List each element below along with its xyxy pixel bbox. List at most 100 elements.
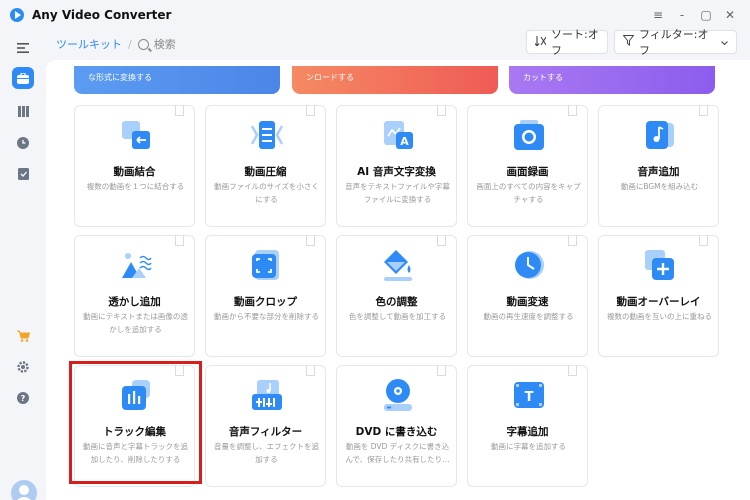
tool-card-description: 動画から不要な部分を削除する (214, 312, 319, 321)
tool-card-description: 色を調整して動画を加工する (348, 312, 447, 321)
help-icon[interactable]: ? (12, 387, 34, 409)
watermark-icon (120, 248, 152, 282)
tool-card-description: 画面上のすべての内容をキャプチャする (476, 182, 581, 204)
tool-card-title: 色の調整 (375, 296, 418, 308)
search-input[interactable]: 検索 (154, 36, 176, 52)
tool-card-video-merge[interactable]: 動画結合 複数の動画を１つに結合する (74, 105, 195, 227)
banner-downloader[interactable]: ンロードする (292, 66, 498, 94)
bookmark-flag-icon[interactable] (568, 365, 577, 376)
banner-converter[interactable]: な形式に変換する (74, 66, 280, 94)
title-bar: Any Video Converter ≡ - ▢ ✕ (0, 0, 750, 30)
tool-card-audio-filter[interactable]: 音声フィルター 音量を調整し、エフェクトを追加する (205, 365, 326, 487)
tool-card-description: 複数の動画を互いの上に重ねる (607, 312, 712, 321)
cart-icon[interactable] (12, 325, 34, 347)
subtitle-add-icon: T (513, 378, 545, 412)
svg-text:?: ? (21, 394, 26, 403)
bookmark-flag-icon[interactable] (568, 235, 577, 246)
dvd-burn-icon (382, 378, 414, 412)
tool-card-description: 動画にテキストまたは画像の透かしを追加する (83, 312, 188, 334)
tool-card-screen-record[interactable]: 画面録画 画面上のすべての内容をキャプチャする (467, 105, 588, 227)
banner-downloader-text: ンロードする (306, 73, 354, 82)
sort-button[interactable]: ソート:オフ (526, 28, 608, 57)
tool-card-ai-transcribe[interactable]: A AI 音声文字変換 音声をテキストファイルや字幕ファイルに変換する (336, 105, 457, 227)
minimize-button[interactable]: - (670, 3, 694, 27)
app-title: Any Video Converter (32, 8, 172, 22)
bookmark-flag-icon[interactable] (306, 105, 315, 116)
audio-filter-icon (251, 378, 283, 412)
breadcrumb-separator: / (128, 37, 132, 51)
tool-card-watermark[interactable]: 透かし追加 動画にテキストまたは画像の透かしを追加する (74, 235, 195, 357)
bookmark-flag-icon[interactable] (699, 105, 708, 116)
speed-icon (513, 248, 545, 282)
bookmark-flag-icon[interactable] (568, 105, 577, 116)
tool-card-title: 動画クロップ (234, 296, 297, 308)
highlight-box (69, 361, 202, 484)
bookmark-flag-icon[interactable] (306, 235, 315, 246)
overlay-icon (644, 248, 676, 282)
filter-button[interactable]: フィルター:オフ (614, 28, 737, 57)
banner-cutter[interactable]: カットする (509, 66, 715, 94)
tool-card-video-speed[interactable]: 動画変速 動画の再生速度を調整する (467, 235, 588, 357)
maximize-button[interactable]: ▢ (694, 3, 718, 27)
history-icon[interactable] (12, 132, 34, 154)
filter-icon (622, 35, 635, 49)
sort-icon (534, 35, 547, 49)
breadcrumb: ツールキット / 検索 (56, 36, 176, 52)
bookmark-flag-icon[interactable] (437, 235, 446, 246)
tool-card-description: 動画の再生速度を調整する (483, 312, 574, 321)
tool-card-dvd-burn[interactable]: DVD に書き込む 動画を DVD ディスクに書き込んで、保存したり共有したり… (336, 365, 457, 487)
bookmark-flag-icon[interactable] (175, 235, 184, 246)
tool-card-title: 音声フィルター (228, 426, 303, 438)
tasks-icon[interactable] (12, 163, 34, 185)
filter-label: フィルター:オフ (639, 28, 709, 57)
speech-to-text-icon: A (382, 118, 414, 152)
tool-card-description: 動画ファイルのサイズを小さくにする (214, 182, 319, 204)
tool-card-title: 動画結合 (113, 166, 156, 178)
tool-card-title: 透かし追加 (108, 296, 161, 308)
svg-text:T: T (525, 390, 534, 405)
tool-card-description: 動画を DVD ディスクに書き込んで、保存したり共有したり… (345, 442, 450, 464)
tool-card-video-crop[interactable]: 動画クロップ 動画から不要な部分を削除する (205, 235, 326, 357)
color-adjust-icon (382, 248, 414, 282)
merge-icon (120, 118, 152, 152)
tool-card-video-compress[interactable]: 動画圧縮 動画ファイルのサイズを小さくにする (205, 105, 326, 227)
tool-card-title: 画面録画 (506, 166, 549, 178)
tool-card-description: 音声をテキストファイルや字幕ファイルに変換する (345, 182, 450, 204)
tool-card-title: 字幕追加 (506, 426, 549, 438)
tool-card-description: 音量を調整し、エフェクトを追加する (214, 442, 319, 464)
tool-card-video-overlay[interactable]: 動画オーバーレイ 複数の動画を互いの上に重ねる (598, 235, 719, 357)
banner-cutter-text: カットする (523, 73, 563, 82)
breadcrumb-toolkit-link[interactable]: ツールキット (56, 36, 122, 52)
tool-card-title: 動画変速 (506, 296, 549, 308)
compress-icon (250, 118, 284, 152)
banner-converter-text: な形式に変換する (88, 73, 152, 82)
user-avatar[interactable] (11, 480, 37, 500)
tool-card-description: 複数の動画を１つに結合する (86, 182, 185, 191)
tool-card-title: DVD に書き込む (355, 426, 438, 438)
audio-add-icon (644, 118, 676, 152)
tool-card-title: 動画オーバーレイ (616, 296, 701, 308)
bookmark-flag-icon[interactable] (437, 365, 446, 376)
svg-text:A: A (400, 135, 409, 148)
tool-card-color-adjust[interactable]: 色の調整 色を調整して動画を加工する (336, 235, 457, 357)
sort-label: ソート:オフ (551, 28, 599, 57)
bookmark-flag-icon[interactable] (437, 105, 446, 116)
library-icon[interactable] (12, 100, 34, 122)
close-button[interactable]: ✕ (718, 3, 742, 27)
screen-record-icon (513, 118, 545, 152)
toolkit-icon[interactable] (12, 67, 34, 89)
search-icon[interactable] (137, 38, 149, 50)
bookmark-flag-icon[interactable] (175, 105, 184, 116)
tool-card-description: 動画に字幕を追加する (491, 442, 566, 451)
collapse-sidebar-icon[interactable] (12, 37, 34, 59)
sidebar: ? (0, 30, 46, 500)
settings-gear-icon[interactable] (12, 356, 34, 378)
crop-icon (251, 248, 283, 282)
menu-icon[interactable]: ≡ (646, 3, 670, 27)
tool-card-title: 動画圧縮 (244, 166, 287, 178)
tool-card-audio-add[interactable]: 音声追加 動画にBGMを組み込む (598, 105, 719, 227)
tool-card-title: AI 音声文字変換 (357, 166, 436, 178)
bookmark-flag-icon[interactable] (699, 235, 708, 246)
bookmark-flag-icon[interactable] (306, 365, 315, 376)
tool-card-subtitle-add[interactable]: T 字幕追加 動画に字幕を追加する (467, 365, 588, 487)
